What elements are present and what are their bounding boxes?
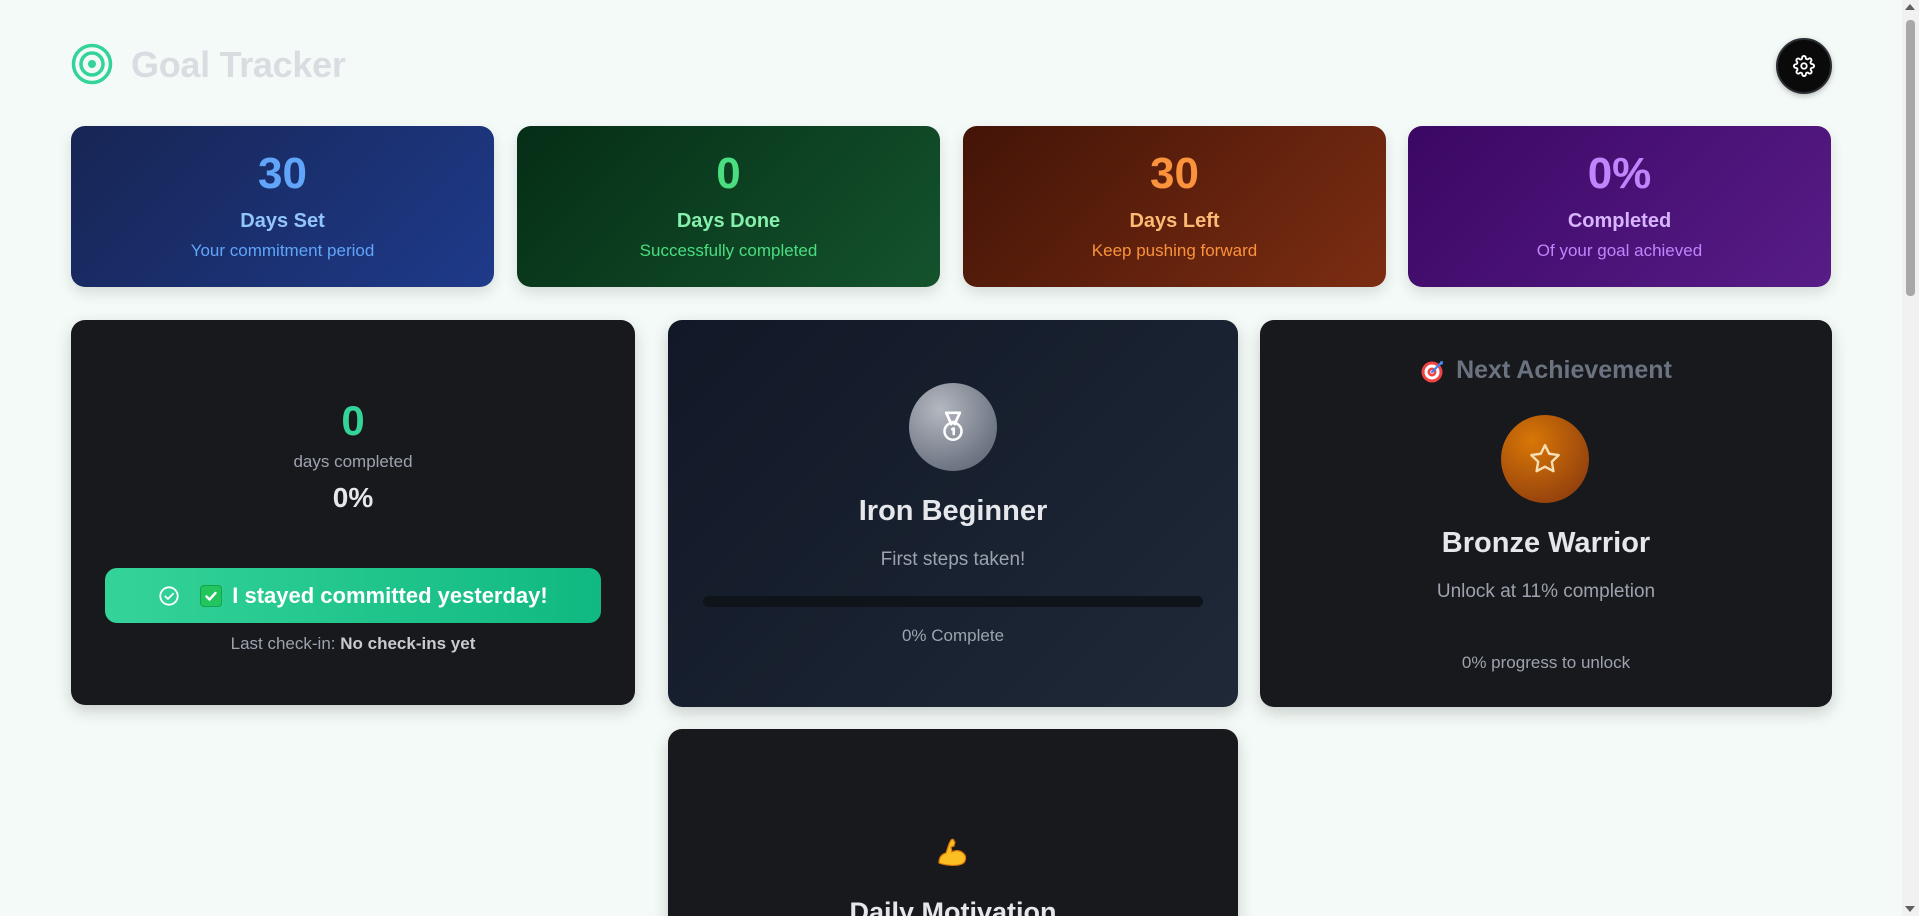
- stat-card-days-done: 0 Days Done Successfully completed: [517, 126, 940, 287]
- achievement-description: First steps taken!: [880, 549, 1026, 570]
- stat-subtitle: Successfully completed: [639, 241, 818, 260]
- app: Goal Tracker 30 Days Set Your commitment…: [0, 0, 1900, 916]
- stat-value: 0: [716, 149, 741, 198]
- stat-card-days-set: 30 Days Set Your commitment period: [71, 126, 494, 287]
- next-achievement-progress-text: 0% progress to unlock: [1461, 653, 1631, 672]
- check-box-icon: [200, 584, 223, 607]
- stat-card-completed: 0% Completed Of your goal achieved: [1408, 126, 1831, 287]
- stat-label: Completed: [1567, 210, 1672, 232]
- flexed-biceps-icon: [938, 838, 967, 866]
- stat-label: Days Set: [240, 210, 325, 232]
- achievement-progress-bar: [703, 596, 1203, 607]
- stat-value: 0%: [1587, 149, 1652, 198]
- next-achievement-heading-text: Next Achievement: [1456, 356, 1672, 384]
- stat-value: 30: [258, 149, 307, 198]
- days-completed-label: days completed: [293, 452, 413, 471]
- completion-percent: 0%: [332, 482, 374, 513]
- next-achievement-panel: Next Achievement Bronze Warrior Unlock a…: [1260, 320, 1832, 707]
- checkin-panel: 0 days completed 0% I stayed committed y…: [71, 320, 635, 705]
- scroll-up-arrow[interactable]: [1905, 4, 1915, 10]
- last-checkin-label: Last check-in:: [230, 634, 336, 653]
- next-achievement-description: Unlock at 11% completion: [1436, 581, 1656, 602]
- medal-badge: [909, 383, 997, 471]
- gear-icon: [1793, 55, 1815, 77]
- app-title: Goal Tracker: [131, 44, 346, 85]
- medal-icon: [943, 411, 963, 442]
- days-completed-count: 0: [341, 397, 365, 444]
- daily-motivation-panel: Daily Motivation: [668, 729, 1238, 916]
- last-checkin: Last check-in: No check-ins yet: [71, 634, 635, 654]
- target-icon: [71, 43, 113, 85]
- settings-button[interactable]: [1776, 38, 1832, 94]
- stat-subtitle: Your commitment period: [190, 241, 375, 260]
- achievement-progress-text: 0% Complete: [901, 626, 1005, 645]
- page-scrollbar[interactable]: [1902, 0, 1919, 916]
- stat-value: 30: [1150, 149, 1199, 198]
- next-achievement-heading: Next Achievement: [1260, 356, 1832, 385]
- commit-button-label: I stayed committed yesterday!: [232, 582, 548, 608]
- star-icon: [1530, 444, 1560, 473]
- stat-subtitle: Keep pushing forward: [1091, 241, 1258, 260]
- daily-motivation-title: Daily Motivation: [849, 897, 1057, 916]
- bronze-badge: [1501, 415, 1589, 503]
- stat-label: Days Left: [1129, 210, 1220, 232]
- check-circle-icon: [158, 585, 180, 607]
- scroll-thumb[interactable]: [1906, 20, 1915, 296]
- stat-subtitle: Of your goal achieved: [1536, 241, 1703, 260]
- direct-hit-icon: [1420, 358, 1446, 384]
- commit-yesterday-button[interactable]: I stayed committed yesterday!: [105, 568, 601, 623]
- achievement-title: Iron Beginner: [858, 495, 1048, 527]
- last-checkin-value: No check-ins yet: [340, 634, 476, 653]
- next-achievement-title: Bronze Warrior: [1441, 527, 1651, 559]
- scroll-down-arrow[interactable]: [1905, 906, 1915, 912]
- stat-card-days-left: 30 Days Left Keep pushing forward: [963, 126, 1386, 287]
- stat-label: Days Done: [676, 210, 781, 232]
- current-achievement-panel: Iron Beginner First steps taken! 0% Comp…: [668, 320, 1238, 707]
